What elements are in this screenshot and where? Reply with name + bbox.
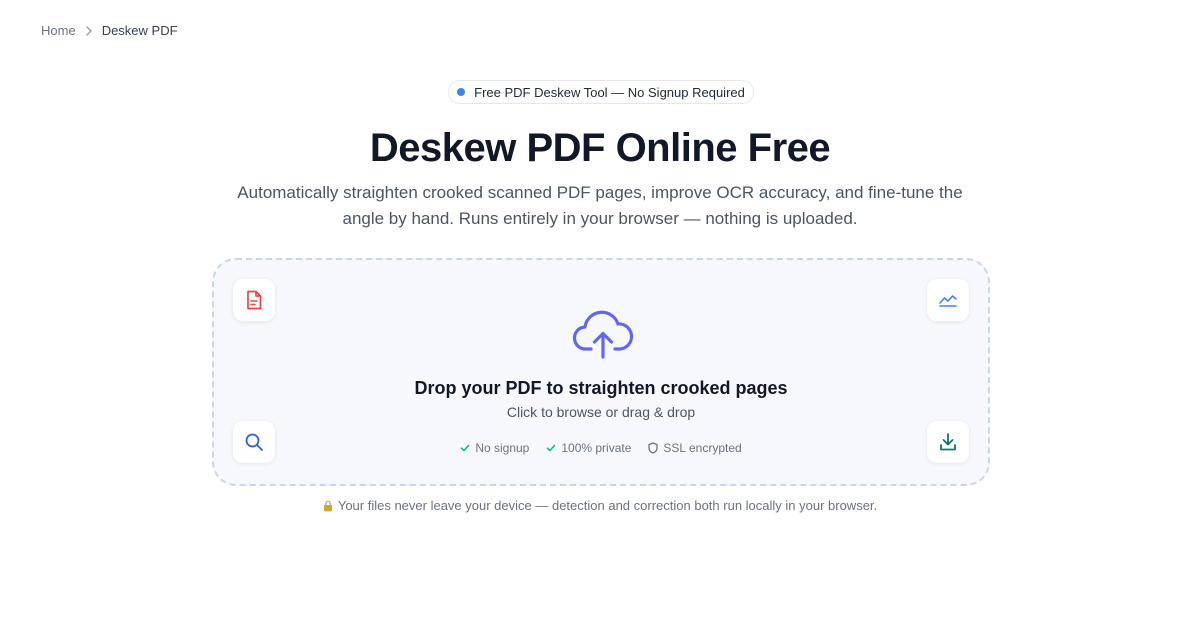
lock-icon [323,500,332,511]
feature-label: 100% private [561,441,632,455]
dropzone-subtitle: Click to browse or drag & drop [506,404,696,420]
breadcrumb-home-link[interactable]: Home [41,23,76,38]
feature-list: No signup 100% private SSL encrypted [214,441,988,455]
breadcrumb: Home Deskew PDF [41,23,178,38]
feature-no-signup: No signup [460,441,529,455]
dropzone-title: Drop your PDF to straighten crooked page… [414,378,788,398]
promo-badge: Free PDF Deskew Tool — No Signup Require… [448,80,754,104]
upload-cloud-icon [572,310,634,359]
feature-label: No signup [475,441,530,455]
page-title: Deskew PDF Online Free [369,126,831,170]
feature-private: 100% private [546,441,631,455]
page-subtitle: Automatically straighten crooked scanned… [237,183,963,228]
privacy-note-text: Your files never leave your device — det… [337,498,878,513]
chart-line-icon [927,279,969,321]
pdf-dropzone[interactable]: Drop your PDF to straighten crooked page… [212,258,990,486]
badge-dot-icon [457,88,466,96]
check-icon [461,444,470,452]
pdf-file-icon [233,279,275,321]
chevron-right-icon [85,25,93,36]
shield-icon [648,442,659,454]
breadcrumb-current: Deskew PDF [101,23,178,38]
feature-label: SSL encrypted [663,441,742,455]
check-icon [547,444,556,452]
feature-ssl: SSL encrypted [648,441,742,455]
privacy-note: Your files never leave your device — det… [0,498,1200,513]
badge-text: Free PDF Deskew Tool — No Signup Require… [474,84,745,100]
